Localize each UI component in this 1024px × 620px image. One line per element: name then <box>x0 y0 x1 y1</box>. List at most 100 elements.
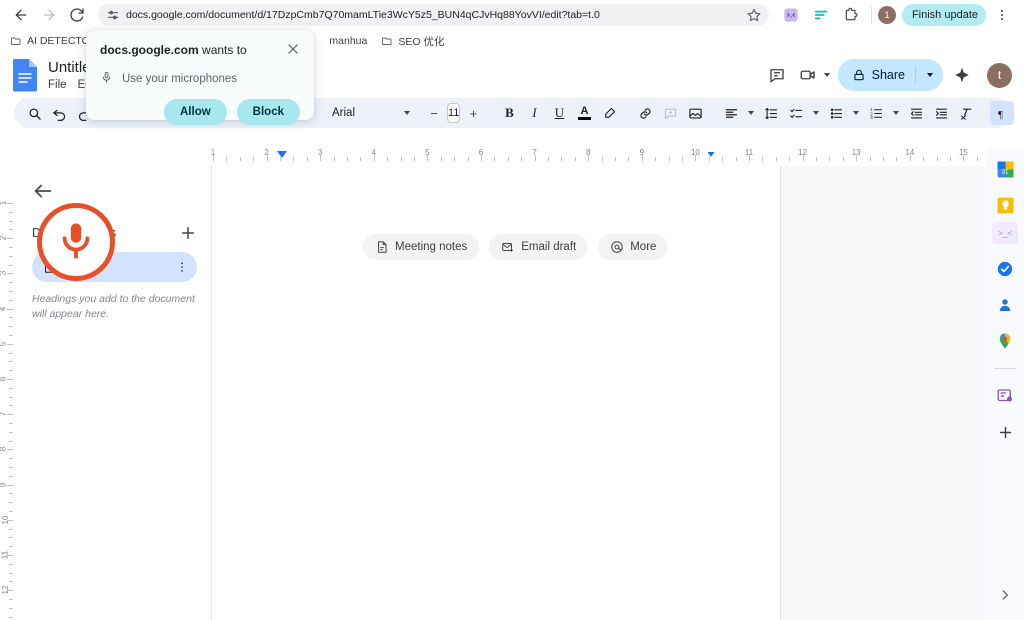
add-tab-button[interactable] <box>179 224 197 242</box>
bookmark-ai-detector[interactable]: AI DETECTOR <box>10 35 97 47</box>
indent-increase-icon[interactable] <box>929 101 953 125</box>
ruler-tick <box>923 157 925 161</box>
horizontal-ruler[interactable]: 123456789101112131415161718 <box>0 148 986 166</box>
ruler-tick <box>655 157 657 161</box>
extension-green-icon[interactable] <box>810 4 832 26</box>
ruler-tick <box>842 157 844 161</box>
addon-preview-card[interactable]: >_< <box>992 222 1018 244</box>
ruler-tick <box>239 157 241 161</box>
permission-request-row: Use your microphones <box>100 71 300 87</box>
google-keep-icon[interactable] <box>994 194 1016 216</box>
text-color-button[interactable]: A <box>572 101 596 125</box>
gemini-icon[interactable] <box>780 4 802 26</box>
voice-typing-mic-indicator[interactable] <box>37 203 115 281</box>
finish-update-label: Finish update <box>911 9 978 21</box>
left-indent-marker[interactable] <box>277 151 287 158</box>
decrease-font-size-button[interactable]: − <box>422 101 446 125</box>
site-settings-icon[interactable] <box>106 8 120 22</box>
ruler-tick <box>869 157 871 161</box>
google-contacts-icon[interactable] <box>994 294 1016 316</box>
line-spacing-icon[interactable] <box>759 101 783 125</box>
chevron-right-icon[interactable] <box>998 588 1012 602</box>
forward-button[interactable] <box>36 2 62 28</box>
allow-button[interactable]: Allow <box>164 99 227 125</box>
back-button[interactable] <box>8 2 34 28</box>
google-calendar-icon[interactable]: 31 <box>994 158 1016 180</box>
permission-actions: Allow Block <box>100 99 300 125</box>
chip-meeting-notes[interactable]: Meeting notes <box>363 234 480 260</box>
checklist-icon[interactable] <box>784 101 808 125</box>
ruler-tick <box>9 440 13 442</box>
ruler-tick <box>950 157 951 161</box>
back-arrow-icon[interactable] <box>32 180 54 202</box>
insert-image-icon[interactable] <box>683 101 707 125</box>
numbered-list-icon[interactable]: 123 <box>864 101 888 125</box>
right-indent-marker[interactable] <box>707 152 715 157</box>
share-button[interactable]: Share <box>837 59 943 91</box>
star-icon[interactable] <box>747 8 761 22</box>
google-tasks-icon[interactable] <box>994 258 1016 280</box>
add-side-panel-plus-icon[interactable] <box>994 421 1016 443</box>
ruler-tick <box>9 616 13 618</box>
ruler-tick <box>226 157 228 161</box>
reload-button[interactable] <box>64 2 90 28</box>
sparkle-icon[interactable] <box>947 60 977 90</box>
comment-icon[interactable] <box>762 60 792 90</box>
align-dropdown-caret[interactable] <box>748 111 755 115</box>
address-bar[interactable]: docs.google.com/document/d/17DzpCmb7Q70m… <box>98 4 769 26</box>
highlighter-icon[interactable] <box>597 101 621 125</box>
close-icon[interactable] <box>286 42 300 56</box>
bulleted-list-icon[interactable] <box>824 101 848 125</box>
ruler-tick <box>7 519 13 521</box>
add-comment-icon[interactable] <box>658 101 682 125</box>
underline-button[interactable]: U <box>547 101 571 125</box>
italic-button[interactable]: I <box>522 101 546 125</box>
profile-avatar[interactable]: 1 <box>877 6 896 24</box>
block-button[interactable]: Block <box>236 99 300 125</box>
ruler-tick <box>588 155 590 161</box>
document-page[interactable]: Meeting notes Email draft More <box>213 166 780 620</box>
addon-purple-icon[interactable] <box>994 385 1016 407</box>
increase-font-size-button[interactable]: + <box>461 101 485 125</box>
google-docs-icon[interactable] <box>12 58 40 92</box>
ruler-tick <box>454 157 456 161</box>
bookmark-manhua[interactable]: manhua <box>329 35 367 47</box>
ruler-tick <box>9 220 13 222</box>
chrome-menu-button[interactable] <box>991 4 1013 26</box>
document-canvas[interactable]: Meeting notes Email draft More <box>213 166 986 620</box>
increase-font-label: + <box>469 105 478 121</box>
ruler-tick <box>883 157 884 161</box>
search-icon[interactable] <box>22 101 46 125</box>
chip-more[interactable]: More <box>598 234 669 260</box>
font-family-select[interactable]: Arial <box>326 107 410 119</box>
share-dropdown-caret[interactable] <box>927 73 933 77</box>
link-icon[interactable] <box>633 101 657 125</box>
google-maps-icon[interactable] <box>994 330 1016 352</box>
numbered-dropdown-caret[interactable] <box>893 111 900 115</box>
meet-dropdown-caret[interactable] <box>823 73 830 77</box>
ruler-tick <box>7 484 13 486</box>
checklist-dropdown-caret[interactable] <box>813 111 820 115</box>
paragraph-mark-icon[interactable]: ¶ <box>990 101 1015 125</box>
chevron-down-icon <box>404 111 410 115</box>
align-left-icon[interactable] <box>719 101 743 125</box>
menu-file[interactable]: File <box>48 79 67 91</box>
bullet-dropdown-caret[interactable] <box>853 111 860 115</box>
share-label: Share <box>871 68 905 82</box>
clear-formatting-icon[interactable] <box>954 101 978 125</box>
font-size-input[interactable]: 11 <box>447 103 461 123</box>
bookmark-seo[interactable]: SEO 优化 <box>381 34 444 49</box>
avatar[interactable]: t <box>987 62 1012 88</box>
indent-decrease-icon[interactable] <box>904 101 928 125</box>
text-style-icon[interactable] <box>1015 101 1024 125</box>
video-camera-icon[interactable] <box>796 60 820 90</box>
microphone-icon <box>55 219 97 266</box>
undo-icon[interactable] <box>47 101 71 125</box>
finish-update-button[interactable]: Finish update <box>901 4 986 26</box>
chip-email-draft[interactable]: Email draft <box>489 234 589 260</box>
puzzle-icon[interactable] <box>840 4 862 26</box>
google-docs-app: Untitled File Edit Help Share <box>0 52 1024 620</box>
more-vertical-icon[interactable] <box>175 260 189 274</box>
bold-button[interactable]: B <box>497 101 521 125</box>
ruler-tick <box>601 157 603 161</box>
